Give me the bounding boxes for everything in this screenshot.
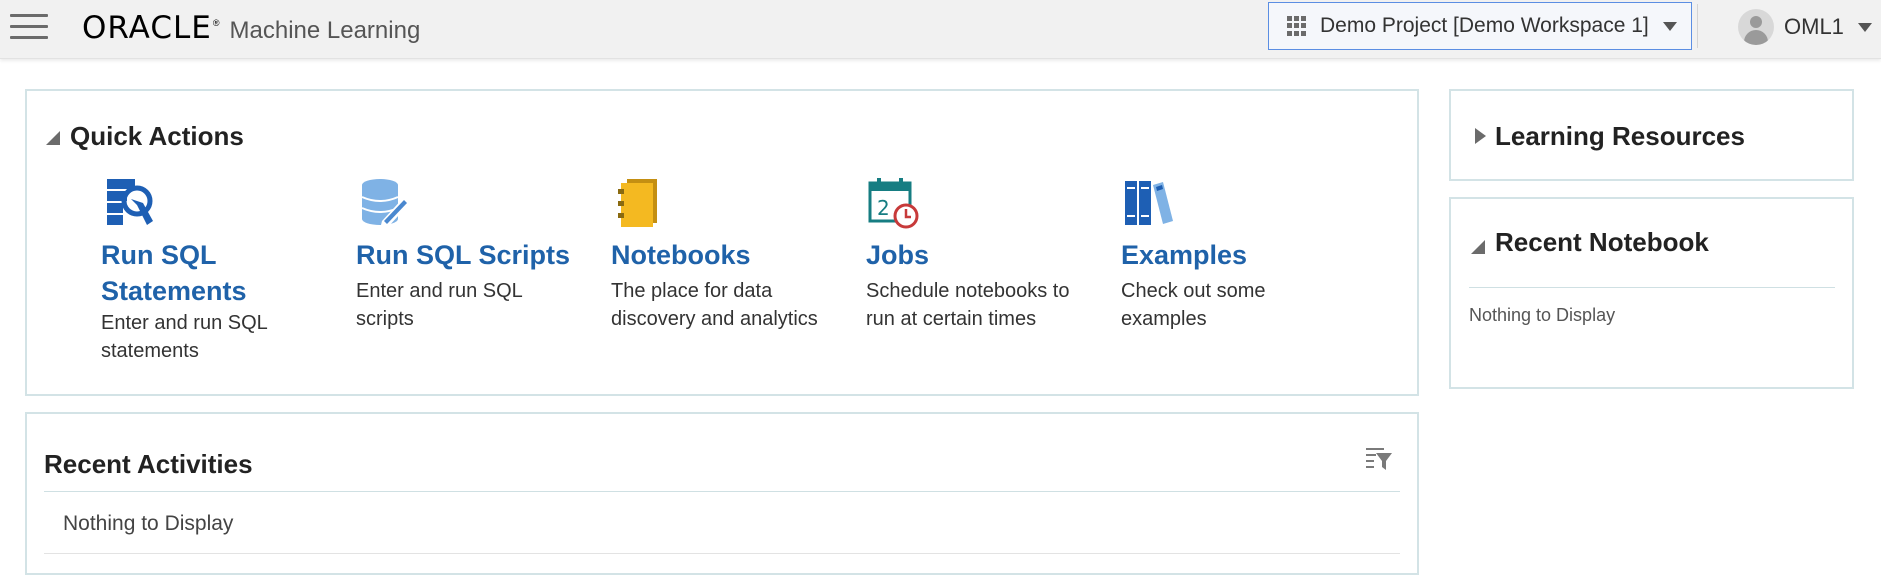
divider: [44, 553, 1400, 554]
app-header: ORACLE ® Machine Learning Demo Project […: [0, 0, 1881, 59]
user-name: OML1: [1784, 14, 1844, 39]
hamburger-menu-icon[interactable]: [10, 14, 48, 40]
quick-action-description: The place for data discovery and analyti…: [611, 280, 818, 330]
avatar: [1738, 9, 1774, 45]
brand: ORACLE ® Machine Learning: [82, 8, 420, 48]
quick-action-jobs[interactable]: 2 Jobs Schedule notebooks to run at cert…: [866, 177, 1081, 337]
quick-action-examples[interactable]: Examples Check out some examples: [1121, 177, 1336, 337]
collapse-triangle-icon[interactable]: [46, 131, 60, 145]
divider: [1469, 287, 1835, 288]
expand-triangle-icon[interactable]: [1475, 128, 1486, 144]
quick-action-run-sql-statements[interactable]: Run SQL Statements Enter and run SQL sta…: [101, 177, 316, 377]
recent-notebook-panel: Recent Notebook Nothing to Display: [1449, 197, 1854, 389]
recent-activities-title: Recent Activities: [44, 449, 253, 479]
quick-action-title[interactable]: Examples: [1121, 237, 1247, 273]
project-selector[interactable]: Demo Project [Demo Workspace 1]: [1268, 2, 1692, 50]
filter-icon[interactable]: [1364, 445, 1394, 473]
examples-books-icon: [1125, 181, 1173, 225]
quick-action-title[interactable]: Jobs: [866, 237, 929, 273]
sql-scripts-icon: [361, 179, 410, 229]
quick-action-run-sql-scripts[interactable]: Run SQL Scripts Enter and run SQL script…: [356, 177, 571, 337]
grid-icon: [1287, 16, 1307, 36]
quick-action-notebooks[interactable]: Notebooks The place for data discovery a…: [611, 177, 826, 337]
empty-state-text: Nothing to Display: [1469, 305, 1616, 325]
quick-action-title[interactable]: Run SQL Statements: [101, 237, 247, 309]
notebook-icon: [618, 179, 657, 227]
quick-actions-title: Quick Actions: [70, 121, 244, 151]
divider: [44, 491, 1400, 492]
empty-state-text: Nothing to Display: [63, 512, 234, 535]
recent-activities-panel: Recent Activities Nothing to Display: [25, 412, 1419, 575]
learning-resources-title[interactable]: Learning Resources: [1495, 121, 1745, 152]
quick-action-title[interactable]: Notebooks: [611, 237, 751, 273]
quick-action-description: Schedule notebooks to run at certain tim…: [866, 280, 1070, 330]
product-name: Machine Learning: [229, 17, 421, 44]
quick-actions-panel: Quick Actions Run SQL Statements Enter a…: [25, 89, 1419, 396]
chevron-down-icon: [1857, 22, 1872, 32]
registered-mark: ®: [212, 18, 220, 28]
recent-notebook-title: Recent Notebook: [1495, 227, 1709, 257]
quick-action-title[interactable]: Run SQL Scripts: [356, 237, 570, 273]
svg-text:2: 2: [877, 196, 890, 220]
quick-action-description: Enter and run SQL statements: [101, 312, 268, 362]
sql-statements-icon: [107, 179, 153, 225]
user-menu[interactable]: OML1: [1738, 7, 1872, 47]
jobs-calendar-icon: 2: [868, 178, 919, 229]
learning-resources-panel: Learning Resources: [1449, 89, 1854, 181]
quick-action-description: Enter and run SQL scripts: [356, 280, 523, 330]
header-divider: [1697, 4, 1698, 48]
oracle-logo: ORACLE: [82, 10, 212, 46]
project-selector-label: Demo Project [Demo Workspace 1]: [1320, 14, 1649, 37]
quick-action-description: Check out some examples: [1121, 280, 1266, 330]
chevron-down-icon: [1662, 21, 1677, 31]
collapse-triangle-icon[interactable]: [1471, 240, 1485, 254]
